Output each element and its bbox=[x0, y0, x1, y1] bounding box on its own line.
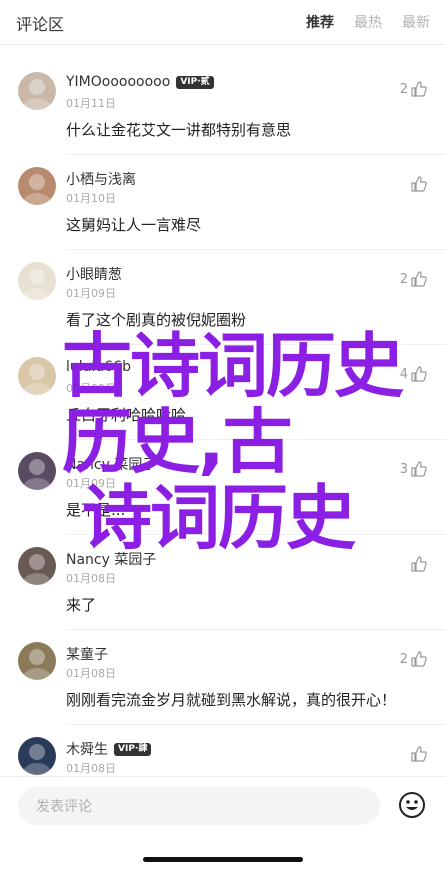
avatar[interactable] bbox=[18, 262, 56, 300]
comment-item[interactable]: 某童子 01月08日 刚刚看完流金岁月就碰到黑水解说，真的很开心！ 2 bbox=[0, 630, 446, 725]
comment-text: 丘白牙利哈哈哈哈 bbox=[66, 406, 187, 424]
like-button[interactable] bbox=[408, 555, 428, 573]
thumbs-up-icon bbox=[411, 556, 427, 572]
vip-badge: VIP·贰 bbox=[176, 75, 214, 89]
like-button[interactable] bbox=[408, 745, 428, 763]
comment-item[interactable]: YIMOoooooooo VIP·贰 01月11日 什么让金花艾文一讲都特别有意… bbox=[0, 60, 446, 155]
thumbs-up-icon bbox=[411, 81, 427, 97]
comment-date: 01月10日 bbox=[66, 192, 116, 205]
thumbs-up-icon bbox=[411, 271, 427, 287]
like-button[interactable]: 2 bbox=[400, 650, 428, 668]
like-button[interactable]: 4 bbox=[400, 365, 428, 383]
name-row: lululu66b bbox=[66, 359, 131, 375]
avatar[interactable] bbox=[18, 642, 56, 680]
name-row: 小栖与浅离 bbox=[66, 169, 136, 189]
like-count: 2 bbox=[399, 651, 408, 667]
avatar[interactable] bbox=[18, 452, 56, 490]
home-indicator bbox=[143, 857, 303, 862]
thumbs-up-icon bbox=[411, 366, 427, 382]
sort-tabs: 推荐 最热 最新 bbox=[306, 12, 430, 32]
comment-input-bar: 发表评论 bbox=[0, 776, 446, 869]
name-row: 木舜生 VIP·肆 bbox=[66, 739, 152, 759]
username[interactable]: Nancy 菜园子 bbox=[66, 454, 156, 474]
comment-text: 刚刚看完流金岁月就碰到黑水解说，真的很开心！ bbox=[66, 691, 397, 709]
like-button[interactable] bbox=[408, 175, 428, 193]
vip-badge: VIP·肆 bbox=[114, 742, 152, 756]
comment-text: 看了这个剧真的被倪妮圈粉 bbox=[66, 311, 247, 329]
comment-date: 01月08日 bbox=[66, 572, 116, 585]
thumbs-up-icon bbox=[411, 176, 427, 192]
comment-text: 这舅妈让人一言难尽 bbox=[66, 216, 202, 234]
comment-item[interactable]: 小栖与浅离 01月10日 这舅妈让人一言难尽 bbox=[0, 155, 446, 250]
like-button[interactable]: 3 bbox=[400, 460, 428, 478]
comment-date: 01月09日 bbox=[66, 287, 116, 300]
avatar[interactable] bbox=[18, 357, 56, 395]
tab-newest[interactable]: 最新 bbox=[402, 12, 430, 32]
like-button[interactable]: 2 bbox=[400, 270, 428, 288]
username[interactable]: Nancy 菜园子 bbox=[66, 549, 156, 569]
comment-list: YIMOoooooooo VIP·贰 01月11日 什么让金花艾文一讲都特别有意… bbox=[0, 60, 446, 820]
username[interactable]: lululu66b bbox=[66, 359, 131, 375]
like-count: 2 bbox=[399, 271, 408, 287]
smiley-icon[interactable] bbox=[398, 791, 426, 819]
tab-recommended[interactable]: 推荐 bbox=[306, 12, 334, 32]
avatar[interactable] bbox=[18, 167, 56, 205]
comment-date: 01月08日 bbox=[66, 762, 116, 775]
avatar[interactable] bbox=[18, 72, 56, 110]
thumbs-up-icon bbox=[411, 461, 427, 477]
comment-text: 来了 bbox=[66, 596, 97, 614]
like-button[interactable]: 2 bbox=[400, 80, 428, 98]
name-row: Nancy 菜园子 bbox=[66, 549, 156, 569]
comment-input-placeholder: 发表评论 bbox=[36, 799, 92, 815]
comment-input[interactable]: 发表评论 bbox=[18, 787, 380, 825]
username[interactable]: 木舜生 bbox=[66, 739, 108, 759]
like-count: 4 bbox=[399, 366, 408, 382]
comment-date: 01月08日 bbox=[66, 667, 116, 680]
comments-header: 评论区 推荐 最热 最新 bbox=[0, 0, 446, 45]
comment-text: 什么让金花艾文一讲都特别有意思 bbox=[66, 121, 292, 139]
thumbs-up-icon bbox=[411, 651, 427, 667]
comment-date: 01月09日 bbox=[66, 382, 116, 395]
name-row: 某童子 bbox=[66, 644, 108, 664]
name-row: 小眼睛葱 bbox=[66, 264, 122, 284]
header-title: 评论区 bbox=[16, 15, 65, 34]
avatar[interactable] bbox=[18, 547, 56, 585]
comment-item[interactable]: Nancy 菜园子 01月09日 是不是... 3 bbox=[0, 440, 446, 535]
avatar[interactable] bbox=[18, 737, 56, 775]
comment-item[interactable]: 小眼睛葱 01月09日 看了这个剧真的被倪妮圈粉 2 bbox=[0, 250, 446, 345]
username[interactable]: 小眼睛葱 bbox=[66, 264, 122, 284]
username[interactable]: 某童子 bbox=[66, 644, 108, 664]
comment-item[interactable]: lululu66b 01月09日 丘白牙利哈哈哈哈 4 bbox=[0, 345, 446, 440]
name-row: Nancy 菜园子 bbox=[66, 454, 156, 474]
thumbs-up-icon bbox=[411, 746, 427, 762]
tab-hottest[interactable]: 最热 bbox=[354, 12, 382, 32]
like-count: 3 bbox=[399, 461, 408, 477]
like-count: 2 bbox=[399, 81, 408, 97]
comment-item[interactable]: Nancy 菜园子 01月08日 来了 bbox=[0, 535, 446, 630]
username[interactable]: YIMOoooooooo bbox=[66, 74, 170, 90]
comment-date: 01月09日 bbox=[66, 477, 116, 490]
comment-text: 是不是... bbox=[66, 501, 126, 519]
name-row: YIMOoooooooo VIP·贰 bbox=[66, 74, 214, 90]
comment-date: 01月11日 bbox=[66, 97, 116, 110]
username[interactable]: 小栖与浅离 bbox=[66, 169, 136, 189]
